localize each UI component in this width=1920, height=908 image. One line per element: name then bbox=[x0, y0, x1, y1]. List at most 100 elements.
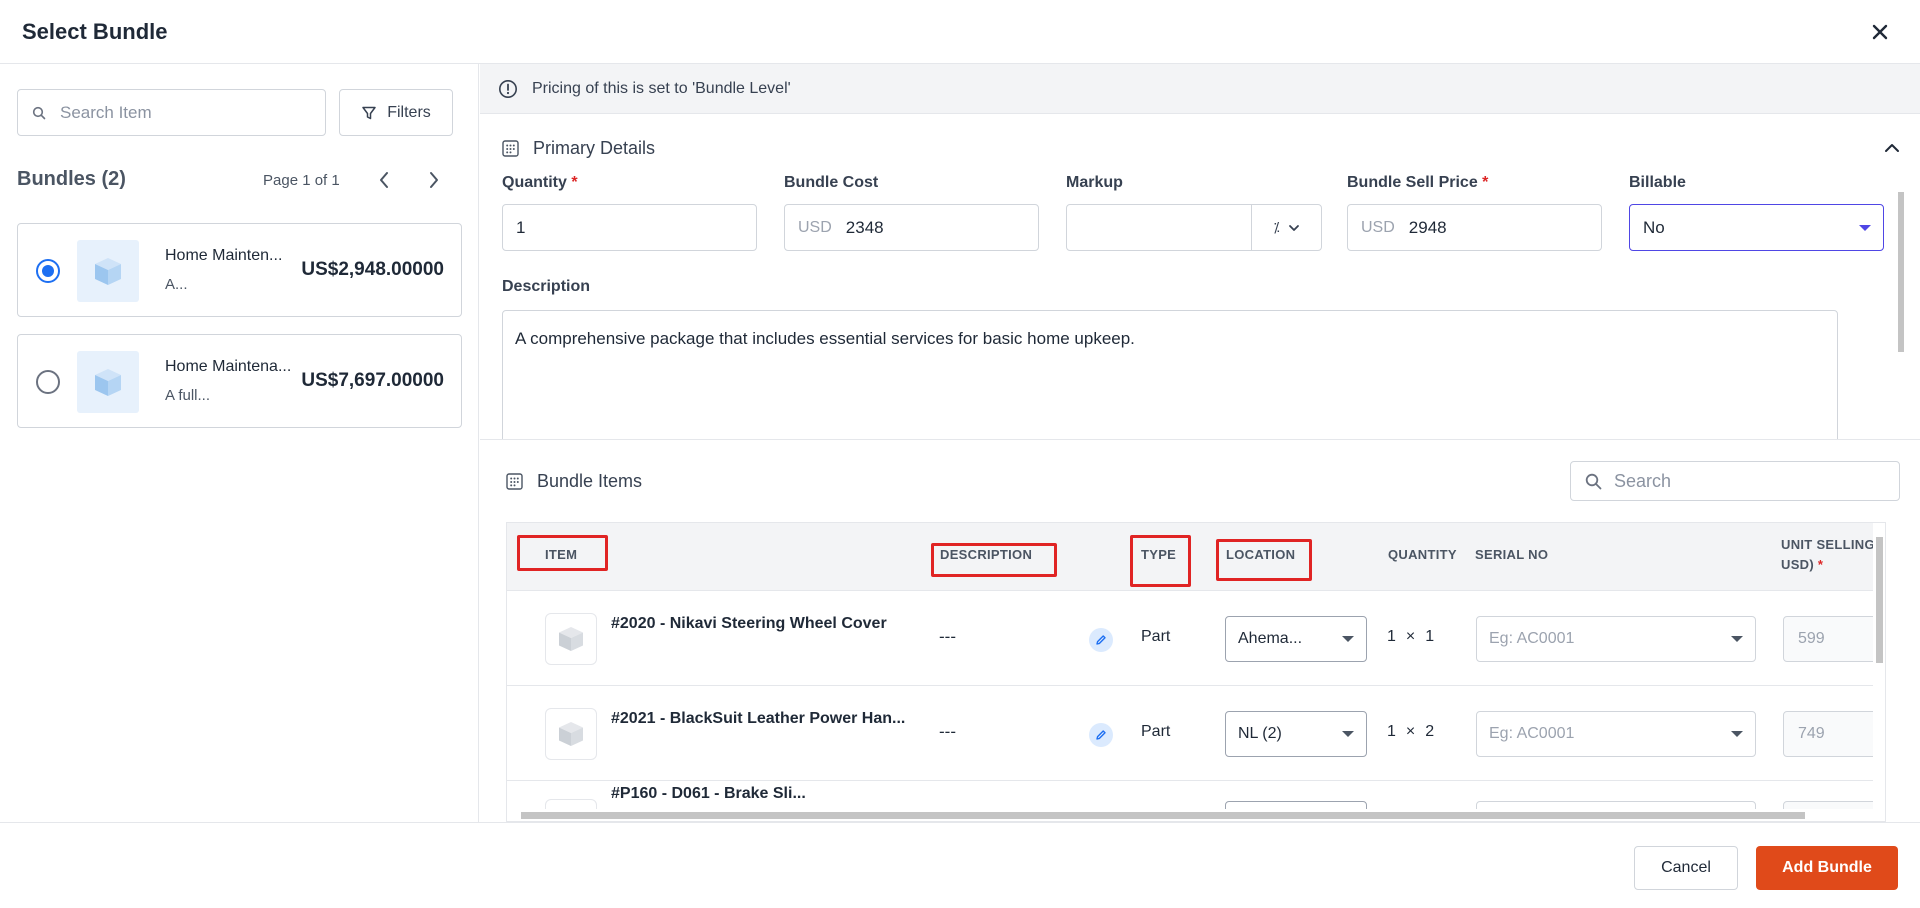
filter-icon bbox=[362, 106, 376, 119]
modal-title: Select Bundle bbox=[22, 18, 168, 44]
description-textarea[interactable]: A comprehensive package that includes es… bbox=[502, 310, 1838, 439]
description-value: A comprehensive package that includes es… bbox=[515, 329, 1135, 348]
bundle-name: Home Mainten... bbox=[165, 247, 283, 264]
location-select[interactable]: Ahema... bbox=[1225, 616, 1367, 662]
pricing-info-bar: Pricing of this is set to 'Bundle Level' bbox=[480, 64, 1920, 114]
column-serial-no[interactable]: SERIAL NO bbox=[1475, 547, 1548, 562]
bundle-items-search-box[interactable] bbox=[1570, 461, 1900, 501]
item-quantity: 1 × 1 bbox=[1387, 628, 1435, 645]
bundle-list-panel: Filters Bundles (2) Page 1 of 1 Home Mai… bbox=[0, 64, 479, 822]
table-vertical-scrollbar[interactable] bbox=[1873, 523, 1885, 811]
bundle-thumbnail bbox=[77, 351, 139, 413]
location-value: Ahema... bbox=[1238, 630, 1303, 647]
markup-label: Markup bbox=[1066, 174, 1123, 191]
box-icon bbox=[559, 722, 583, 746]
bundle-items-section: Bundle Items ITEM DESCRIPTION TYPE LOCAT… bbox=[480, 440, 1920, 822]
primary-scrollbar[interactable] bbox=[1896, 178, 1906, 424]
location-select[interactable]: NL (2) bbox=[1225, 711, 1367, 757]
bundle-items-title: Bundle Items bbox=[506, 471, 642, 492]
highlight-location-column bbox=[1216, 539, 1312, 581]
caret-down-icon bbox=[1731, 731, 1743, 737]
unit-selling-price-input[interactable]: 599 bbox=[1783, 616, 1885, 662]
modal-footer: Cancel Add Bundle bbox=[0, 822, 1920, 908]
bundle-items-table: ITEM DESCRIPTION TYPE LOCATION QUANTITY … bbox=[506, 522, 1886, 822]
markup-field[interactable]: ⁒ bbox=[1066, 204, 1322, 251]
sell-price-value: 2948 bbox=[1408, 217, 1447, 237]
bundle-cost-currency: USD bbox=[798, 218, 832, 236]
edit-description-button[interactable] bbox=[1089, 628, 1113, 652]
bundle-cost-label: Bundle Cost bbox=[784, 174, 879, 191]
chevron-down-icon bbox=[1288, 224, 1299, 231]
bundle-price: US$2,948.00000 bbox=[301, 259, 444, 280]
column-unit-selling-price[interactable]: UNIT SELLING P bbox=[1781, 537, 1885, 552]
item-name: #P160 - D061 - Brake Sli... bbox=[611, 785, 806, 802]
prev-page-button[interactable] bbox=[371, 167, 397, 193]
bundle-card[interactable]: Home Mainten... A... US$2,948.00000 bbox=[17, 223, 462, 317]
item-thumbnail bbox=[545, 613, 597, 665]
location-value: NL (2) bbox=[1238, 725, 1282, 742]
bundle-desc: A... bbox=[165, 276, 188, 293]
collapse-primary-button[interactable] bbox=[1880, 136, 1904, 160]
chevron-right-icon bbox=[430, 172, 438, 188]
item-description: --- bbox=[939, 722, 956, 741]
markup-unit-select[interactable]: ⁒ bbox=[1251, 205, 1321, 250]
pencil-icon bbox=[1096, 730, 1106, 740]
cancel-button[interactable]: Cancel bbox=[1634, 846, 1738, 890]
grid-icon bbox=[502, 140, 519, 157]
bundle-cost-value: 2348 bbox=[845, 217, 884, 237]
primary-details-title: Primary Details bbox=[502, 138, 655, 159]
filters-label: Filters bbox=[387, 103, 431, 121]
filters-button[interactable]: Filters bbox=[339, 89, 453, 136]
caret-down-icon bbox=[1731, 636, 1743, 642]
markup-unit-value: ⁒ bbox=[1273, 219, 1280, 235]
item-thumbnail bbox=[545, 708, 597, 760]
bundle-thumbnail bbox=[77, 240, 139, 302]
column-quantity[interactable]: QUANTITY bbox=[1388, 547, 1457, 562]
search-icon bbox=[32, 106, 46, 119]
bundle-radio[interactable] bbox=[36, 370, 60, 394]
grid-icon bbox=[506, 473, 523, 490]
table-row: #2021 - BlackSuit Leather Power Han... -… bbox=[507, 686, 1885, 781]
modal-header: Select Bundle bbox=[0, 0, 1920, 64]
add-bundle-button[interactable]: Add Bundle bbox=[1756, 846, 1898, 890]
bundles-heading: Bundles (2) bbox=[17, 168, 126, 190]
billable-select[interactable]: No bbox=[1629, 204, 1884, 251]
select-bundle-modal: Select Bundle Filters Bundles (2) Page 1… bbox=[0, 0, 1920, 908]
serial-no-select[interactable]: Eg: AC0001 bbox=[1476, 616, 1756, 662]
primary-details-label: Primary Details bbox=[533, 138, 656, 158]
bundle-price: US$7,697.00000 bbox=[301, 370, 444, 391]
edit-description-button[interactable] bbox=[1089, 723, 1113, 747]
bundle-cost-field[interactable]: USD 2348 bbox=[784, 204, 1039, 251]
item-search-box[interactable] bbox=[17, 89, 326, 136]
pencil-icon bbox=[1096, 635, 1106, 645]
table-row: #2020 - Nikavi Steering Wheel Cover --- … bbox=[507, 591, 1885, 686]
highlight-item-column bbox=[517, 535, 608, 571]
description-label: Description bbox=[502, 278, 591, 295]
column-unit-selling-price-line2: USD) * bbox=[1781, 557, 1824, 572]
quantity-field[interactable]: 1 bbox=[502, 204, 757, 251]
table-horizontal-scrollbar[interactable] bbox=[507, 809, 1885, 821]
quantity-value: 1 bbox=[516, 217, 526, 237]
serial-no-placeholder: Eg: AC0001 bbox=[1489, 630, 1575, 647]
bundle-card[interactable]: Home Maintena... A full... US$7,697.0000… bbox=[17, 334, 462, 428]
bundle-radio-selected[interactable] bbox=[36, 259, 60, 283]
sell-price-field[interactable]: USD 2948 bbox=[1347, 204, 1602, 251]
unit-selling-price-input[interactable]: 749 bbox=[1783, 711, 1885, 757]
pricing-info-text: Pricing of this is set to 'Bundle Level' bbox=[532, 79, 791, 97]
item-search-input[interactable] bbox=[60, 102, 300, 123]
billable-value: No bbox=[1643, 217, 1665, 237]
serial-no-select[interactable]: Eg: AC0001 bbox=[1476, 711, 1756, 757]
search-icon bbox=[1585, 473, 1602, 489]
highlight-type-column bbox=[1130, 535, 1191, 587]
chevron-up-icon bbox=[1885, 144, 1899, 152]
close-button[interactable] bbox=[1866, 18, 1894, 46]
bundle-items-search-input[interactable] bbox=[1614, 470, 1874, 492]
serial-no-placeholder: Eg: AC0001 bbox=[1489, 725, 1575, 742]
item-name: #2020 - Nikavi Steering Wheel Cover bbox=[611, 615, 887, 632]
box-icon bbox=[559, 627, 583, 651]
info-icon bbox=[499, 79, 517, 98]
bundle-name: Home Maintena... bbox=[165, 358, 292, 375]
next-page-button[interactable] bbox=[421, 167, 447, 193]
close-icon bbox=[1872, 24, 1888, 40]
table-header: ITEM DESCRIPTION TYPE LOCATION QUANTITY … bbox=[507, 523, 1885, 591]
